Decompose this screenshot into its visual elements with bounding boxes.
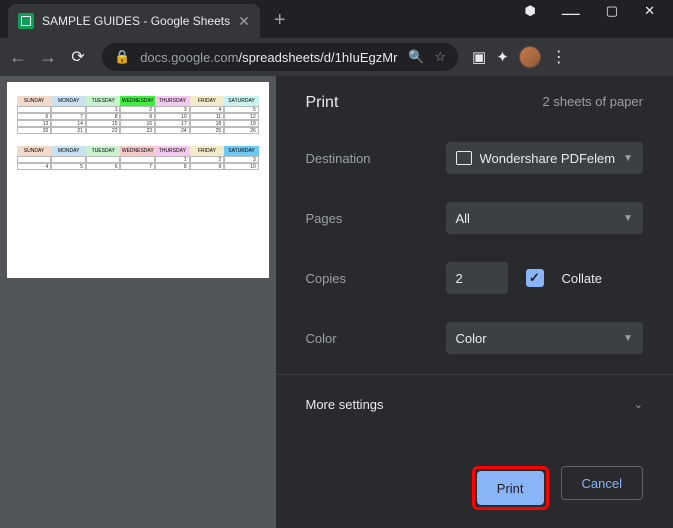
calendar-preview-1: SUNDAYMONDAYTUESDAYWEDNESDAYTHURSDAYFRID… (17, 96, 259, 134)
lock-icon: 🔒 (114, 49, 130, 65)
panel-title: Print (306, 94, 339, 112)
printer-icon (456, 151, 472, 165)
panel-header: Print 2 sheets of paper (306, 94, 644, 112)
color-select[interactable]: Color ▼ (446, 322, 644, 354)
close-window-button[interactable]: ✕ (644, 3, 655, 24)
pages-select[interactable]: All ▼ (446, 202, 644, 234)
copies-value: 2 (456, 271, 463, 286)
clipboard-icon[interactable]: ▣ (472, 48, 486, 66)
print-preview-pane: SUNDAYMONDAYTUESDAYWEDNESDAYTHURSDAYFRID… (0, 76, 276, 528)
collate-checkbox[interactable]: ✓ (526, 269, 544, 287)
destination-value: Wondershare PDFelem (480, 151, 616, 166)
address-bar[interactable]: 🔒 docs.google.com/spreadsheets/d/1hIuEgz… (102, 43, 458, 71)
browser-titlebar: SAMPLE GUIDES - Google Sheets ✕ + ⬢ — ▢ … (0, 0, 673, 38)
copies-label: Copies (306, 271, 446, 286)
more-settings-toggle[interactable]: More settings ⌄ (306, 375, 644, 434)
browser-toolbar: ← → ⟳ 🔒 docs.google.com/spreadsheets/d/1… (0, 38, 673, 76)
browser-tab[interactable]: SAMPLE GUIDES - Google Sheets ✕ (8, 4, 260, 38)
new-tab-button[interactable]: + (274, 9, 286, 32)
chevron-down-icon: ▼ (623, 333, 633, 344)
profile-avatar[interactable] (519, 46, 541, 68)
cancel-button[interactable]: Cancel (561, 466, 643, 500)
print-button[interactable]: Print (477, 471, 544, 505)
chevron-down-icon: ▼ (623, 213, 633, 224)
extensions-icon[interactable]: ✦ (496, 48, 509, 66)
window-controls: ⬢ — ▢ ✕ (524, 3, 673, 38)
destination-row: Destination Wondershare PDFelem ▼ (306, 142, 644, 174)
minimize-button[interactable]: — (562, 3, 580, 24)
page-thumbnail[interactable]: SUNDAYMONDAYTUESDAYWEDNESDAYTHURSDAYFRID… (7, 82, 269, 278)
menu-button[interactable]: ⋮ (551, 47, 567, 67)
copies-row: Copies 2 ✓ Collate (306, 262, 644, 294)
collate-label: Collate (562, 271, 602, 286)
sheets-icon (18, 13, 34, 29)
calendar-preview-2: SUNDAYMONDAYTUESDAYWEDNESDAYTHURSDAYFRID… (17, 146, 259, 170)
destination-select[interactable]: Wondershare PDFelem ▼ (446, 142, 644, 174)
destination-label: Destination (306, 151, 446, 166)
zoom-icon[interactable]: 🔍 (408, 49, 424, 65)
print-button-highlight: Print (472, 466, 549, 510)
print-panel: Print 2 sheets of paper Destination Wond… (276, 76, 673, 528)
pages-label: Pages (306, 211, 446, 226)
chevron-down-icon: ⌄ (634, 398, 643, 411)
forward-button[interactable]: → (38, 47, 58, 68)
action-buttons: Print Cancel (472, 466, 643, 510)
sheet-count: 2 sheets of paper (543, 94, 643, 112)
copies-input[interactable]: 2 (446, 262, 508, 294)
maximize-button[interactable]: ▢ (606, 3, 618, 24)
reload-button[interactable]: ⟳ (68, 47, 88, 67)
more-settings-label: More settings (306, 397, 384, 412)
close-icon[interactable]: ✕ (238, 13, 250, 30)
shield-icon[interactable]: ⬢ (524, 3, 535, 24)
tab-title: SAMPLE GUIDES - Google Sheets (42, 14, 230, 28)
color-value: Color (456, 331, 487, 346)
star-icon[interactable]: ☆ (434, 49, 446, 65)
content-area: SUNDAYMONDAYTUESDAYWEDNESDAYTHURSDAYFRID… (0, 76, 673, 528)
chevron-down-icon: ▼ (623, 153, 633, 164)
color-label: Color (306, 331, 446, 346)
pages-value: All (456, 211, 470, 226)
color-row: Color Color ▼ (306, 322, 644, 354)
url-text: docs.google.com/spreadsheets/d/1hIuEgzMr… (140, 50, 398, 65)
back-button[interactable]: ← (8, 47, 28, 68)
pages-row: Pages All ▼ (306, 202, 644, 234)
